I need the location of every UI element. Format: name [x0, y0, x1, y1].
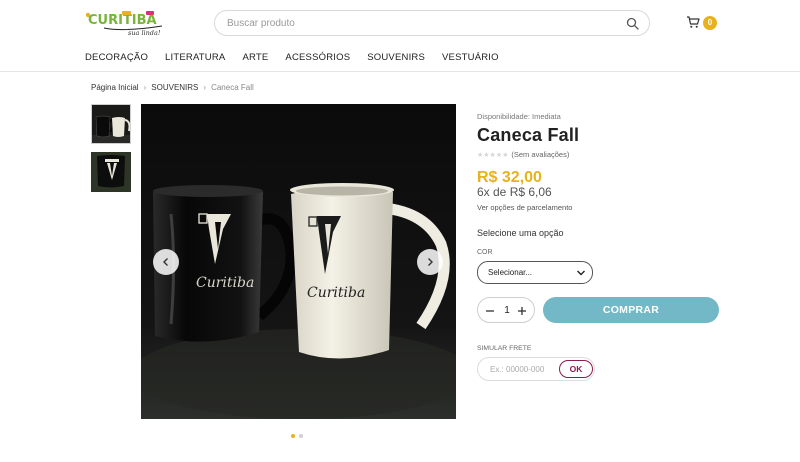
- main-nav: DECORAÇÃO LITERATURA ARTE ACESSÓRIOS SOU…: [85, 52, 499, 66]
- chevron-left-icon: [163, 258, 168, 266]
- reviews-count: (Sem avaliações): [511, 150, 570, 159]
- gallery-next-button[interactable]: [417, 249, 443, 275]
- cart-button[interactable]: 0: [686, 14, 722, 32]
- nav-item-decoracao[interactable]: DECORAÇÃO: [85, 52, 148, 66]
- color-select-value: Selecionar...: [488, 268, 533, 277]
- breadcrumb-souvenirs[interactable]: SOUVENIRS: [151, 83, 198, 92]
- gallery-pagination: [291, 434, 303, 438]
- product-main-image: Curitiba Curitiba: [141, 104, 456, 419]
- gallery-dot-1[interactable]: [291, 434, 295, 438]
- shipping-label: SIMULAR FRETE: [477, 345, 532, 352]
- search-bar: [214, 10, 650, 36]
- gallery-prev-button[interactable]: [153, 249, 179, 275]
- chevron-right-icon: [428, 258, 433, 266]
- availability-text: Disponibilidade: Imediata: [477, 112, 561, 121]
- cart-icon: [687, 16, 700, 28]
- product-rating: ★★★★★ (Sem avaliações): [477, 150, 569, 159]
- gallery-dot-2[interactable]: [299, 434, 303, 438]
- quantity-stepper: 1: [477, 297, 535, 323]
- buy-button[interactable]: COMPRAR: [543, 297, 719, 323]
- nav-item-acessorios[interactable]: ACESSÓRIOS: [285, 52, 350, 66]
- product-title: Caneca Fall: [477, 125, 580, 145]
- logo[interactable]: CURITIBA sua linda!: [84, 9, 168, 37]
- breadcrumb-separator: ›: [203, 83, 207, 92]
- svg-text:Curitiba: Curitiba: [307, 285, 365, 301]
- zipcode-input[interactable]: [490, 363, 556, 376]
- chevron-down-icon: [577, 270, 585, 276]
- nav-item-souvenirs[interactable]: SOUVENIRS: [367, 52, 425, 66]
- breadcrumb-home[interactable]: Página Inicial: [91, 83, 139, 92]
- svg-text:CURITIBA: CURITIBA: [88, 13, 157, 28]
- thumbnail-2[interactable]: [91, 152, 131, 192]
- shipping-ok-button[interactable]: OK: [559, 360, 593, 378]
- installments-link[interactable]: Ver opções de parcelamento: [477, 203, 572, 212]
- quantity-value[interactable]: 1: [498, 305, 516, 316]
- breadcrumb-current: Caneca Fall: [211, 83, 254, 92]
- color-select[interactable]: Selecionar...: [477, 261, 593, 284]
- nav-item-literatura[interactable]: LITERATURA: [165, 52, 225, 66]
- nav-item-arte[interactable]: ARTE: [242, 52, 268, 66]
- svg-text:Curitiba: Curitiba: [196, 275, 254, 291]
- minus-icon[interactable]: [485, 305, 495, 317]
- shipping-simulator: OK: [477, 357, 595, 381]
- color-label: COR: [477, 249, 493, 256]
- thumbnail-1[interactable]: [91, 104, 131, 144]
- logo-icon: CURITIBA sua linda!: [85, 11, 163, 37]
- choose-option-heading: Selecione uma opção: [477, 228, 564, 238]
- breadcrumb-separator: ›: [143, 83, 147, 92]
- thumbnail-image: [92, 105, 130, 143]
- product-photo: Curitiba Curitiba: [141, 104, 456, 419]
- cart-count-badge: 0: [703, 16, 717, 30]
- breadcrumb: Página Inicial › SOUVENIRS › Caneca Fall: [91, 83, 254, 92]
- search-input[interactable]: [227, 15, 617, 32]
- thumbnail-image: [91, 152, 131, 192]
- rating-stars-icon: ★★★★★: [477, 151, 509, 159]
- search-icon[interactable]: [626, 17, 639, 30]
- plus-icon[interactable]: [517, 305, 527, 317]
- svg-text:sua linda!: sua linda!: [128, 29, 161, 37]
- installments-text: 6x de R$ 6,06: [477, 185, 552, 199]
- site-header: CURITIBA sua linda! 0 DECORAÇÃO LITERATU…: [0, 0, 800, 72]
- nav-item-vestuario[interactable]: VESTUÁRIO: [442, 52, 499, 66]
